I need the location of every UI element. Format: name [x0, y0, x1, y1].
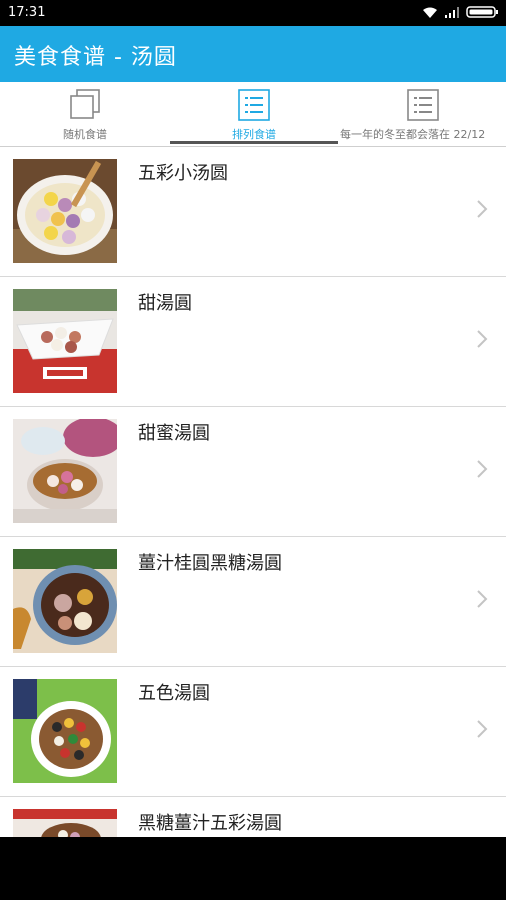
recipe-name: 甜蜜湯圓 — [138, 423, 210, 444]
recipe-thumbnail — [13, 679, 117, 783]
tab-sorted-recipe-label: 排列食谱 — [232, 128, 276, 141]
recipe-name: 黑糖薑汁五彩湯圓 — [138, 813, 282, 834]
recipe-thumbnail — [13, 549, 117, 653]
chevron-right-icon — [477, 200, 488, 218]
list-item[interactable]: 五彩小汤圆 — [0, 147, 506, 277]
list-item[interactable]: 五色湯圓 — [0, 667, 506, 797]
recipe-thumbnail — [13, 289, 117, 393]
recipe-thumbnail — [13, 809, 117, 837]
app-title: 美食食谱 - 汤圆 — [14, 45, 177, 70]
app-bar: 美食食谱 - 汤圆 — [0, 26, 506, 82]
status-icons — [422, 5, 500, 19]
chevron-right-icon — [477, 460, 488, 478]
battery-icon — [466, 6, 498, 18]
recipe-thumbnail — [13, 419, 117, 523]
list-item[interactable]: 甜蜜湯圓 — [0, 407, 506, 537]
chevron-right-icon — [477, 590, 488, 608]
recipe-name: 五彩小汤圆 — [138, 163, 228, 184]
tab-winter-solstice-label: 每一年的冬至都会落在 22/12 — [340, 128, 486, 141]
signal-icon — [445, 6, 459, 18]
list-icon — [238, 89, 270, 121]
recipe-list[interactable]: 五彩小汤圆 甜湯圓 甜蜜湯圓 薑汁桂圓黑糖湯圓 五色湯圓 黑糖薑汁五彩湯圓 — [0, 147, 506, 837]
recipe-name: 五色湯圓 — [138, 683, 210, 704]
wifi-icon — [423, 7, 437, 18]
tab-random-recipe-label: 随机食谱 — [63, 128, 107, 141]
status-time: 17:31 — [8, 5, 46, 20]
list-item[interactable]: 黑糖薑汁五彩湯圓 — [0, 797, 506, 837]
tab-winter-solstice[interactable]: 每一年的冬至都会落在 22/12 — [338, 82, 506, 146]
chevron-right-icon — [477, 330, 488, 348]
tab-sorted-recipe[interactable]: 排列食谱 — [170, 82, 338, 146]
recipe-thumbnail — [13, 159, 117, 263]
tab-random-recipe[interactable]: 随机食谱 — [0, 82, 170, 146]
recipe-name: 甜湯圓 — [138, 293, 192, 314]
recipe-name: 薑汁桂圓黑糖湯圓 — [138, 553, 282, 574]
navigation-bar — [0, 837, 506, 900]
list-item[interactable]: 甜湯圓 — [0, 277, 506, 407]
chevron-right-icon — [477, 720, 488, 738]
list-item[interactable]: 薑汁桂圓黑糖湯圓 — [0, 537, 506, 667]
copy-icon — [70, 89, 100, 119]
tab-bar: 随机食谱 排列食谱 每一年的冬至都会落在 22/12 — [0, 82, 506, 147]
tab-indicator — [170, 141, 338, 144]
status-bar: 17:31 — [0, 0, 506, 26]
list-icon — [407, 89, 439, 121]
